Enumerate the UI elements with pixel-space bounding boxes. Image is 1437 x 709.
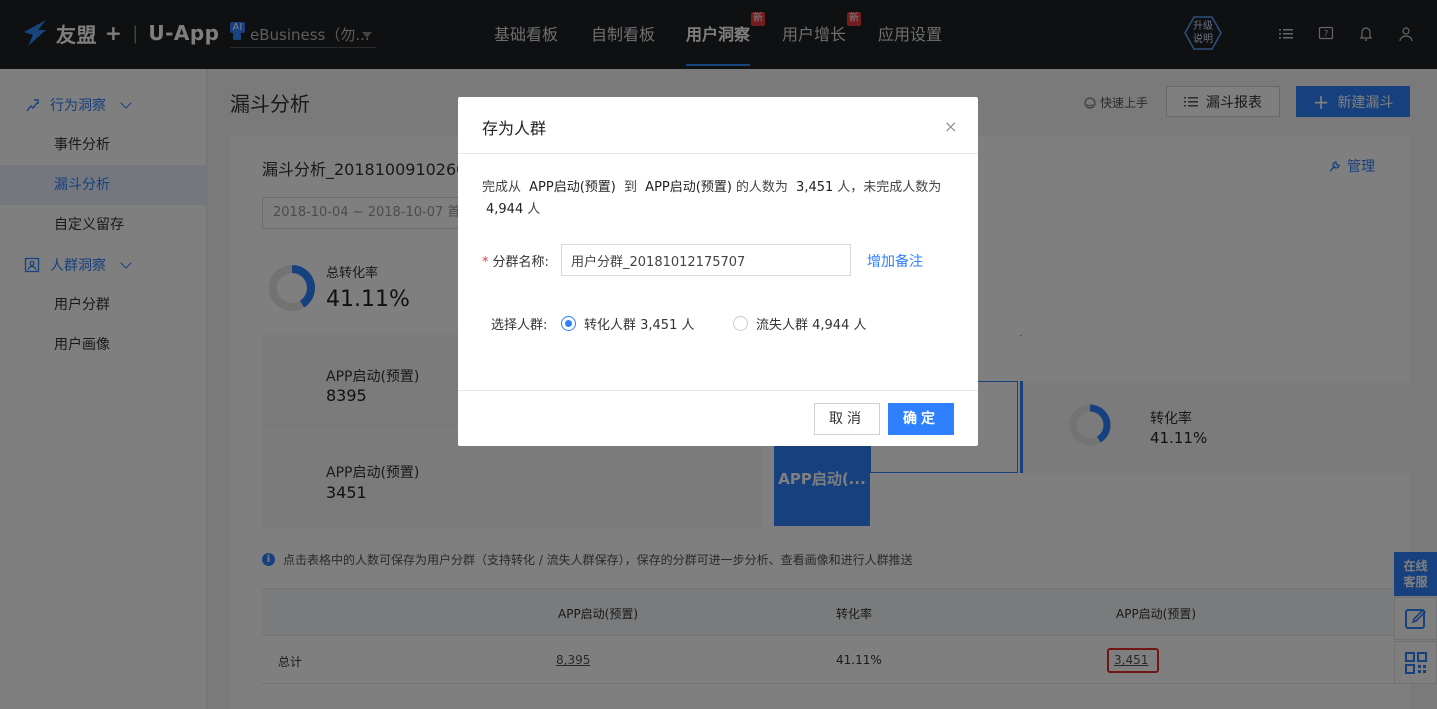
radio-selected-icon bbox=[561, 316, 576, 331]
select-crowd-label: 选择人群: bbox=[491, 318, 548, 333]
desc-text: 人，未完成人数为 bbox=[837, 180, 942, 195]
desc-text: 的人数为 bbox=[735, 180, 788, 195]
segment-name-input[interactable] bbox=[561, 244, 851, 276]
completed-count: 3,451 bbox=[796, 180, 834, 195]
segment-name-label: * 分群名称: bbox=[482, 251, 549, 270]
radio-churned-label: 流失人群 4,944 人 bbox=[756, 318, 867, 333]
cancel-button[interactable]: 取消 bbox=[814, 403, 880, 435]
radio-converted[interactable]: 转化人群 3,451 人 bbox=[561, 314, 694, 333]
desc-text: 人 bbox=[527, 202, 541, 217]
desc-to-event: APP启动(预置) bbox=[645, 180, 732, 195]
dialog-title: 存为人群 bbox=[482, 119, 547, 138]
close-icon[interactable]: × bbox=[944, 117, 957, 136]
required-mark: * bbox=[482, 255, 489, 270]
segment-name-label-text: 分群名称: bbox=[492, 255, 549, 270]
desc-from-event: APP启动(预置) bbox=[529, 180, 616, 195]
radio-unselected-icon bbox=[733, 316, 748, 331]
radio-churned[interactable]: 流失人群 4,944 人 bbox=[733, 314, 866, 333]
divider bbox=[458, 153, 978, 154]
confirm-button[interactable]: 确定 bbox=[888, 403, 954, 435]
add-note-link[interactable]: 增加备注 bbox=[867, 251, 923, 271]
save-crowd-dialog: 存为人群 × 完成从 APP启动(预置) 到 APP启动(预置) 的人数为 3,4… bbox=[458, 97, 978, 446]
dialog-description: 完成从 APP启动(预置) 到 APP启动(预置) 的人数为 3,451 人，未完成… bbox=[482, 177, 958, 221]
desc-text: 到 bbox=[624, 180, 638, 195]
uncompleted-count: 4,944 bbox=[486, 202, 524, 217]
radio-converted-label: 转化人群 3,451 人 bbox=[584, 318, 695, 333]
divider bbox=[458, 390, 978, 391]
desc-text: 完成从 bbox=[482, 180, 522, 195]
